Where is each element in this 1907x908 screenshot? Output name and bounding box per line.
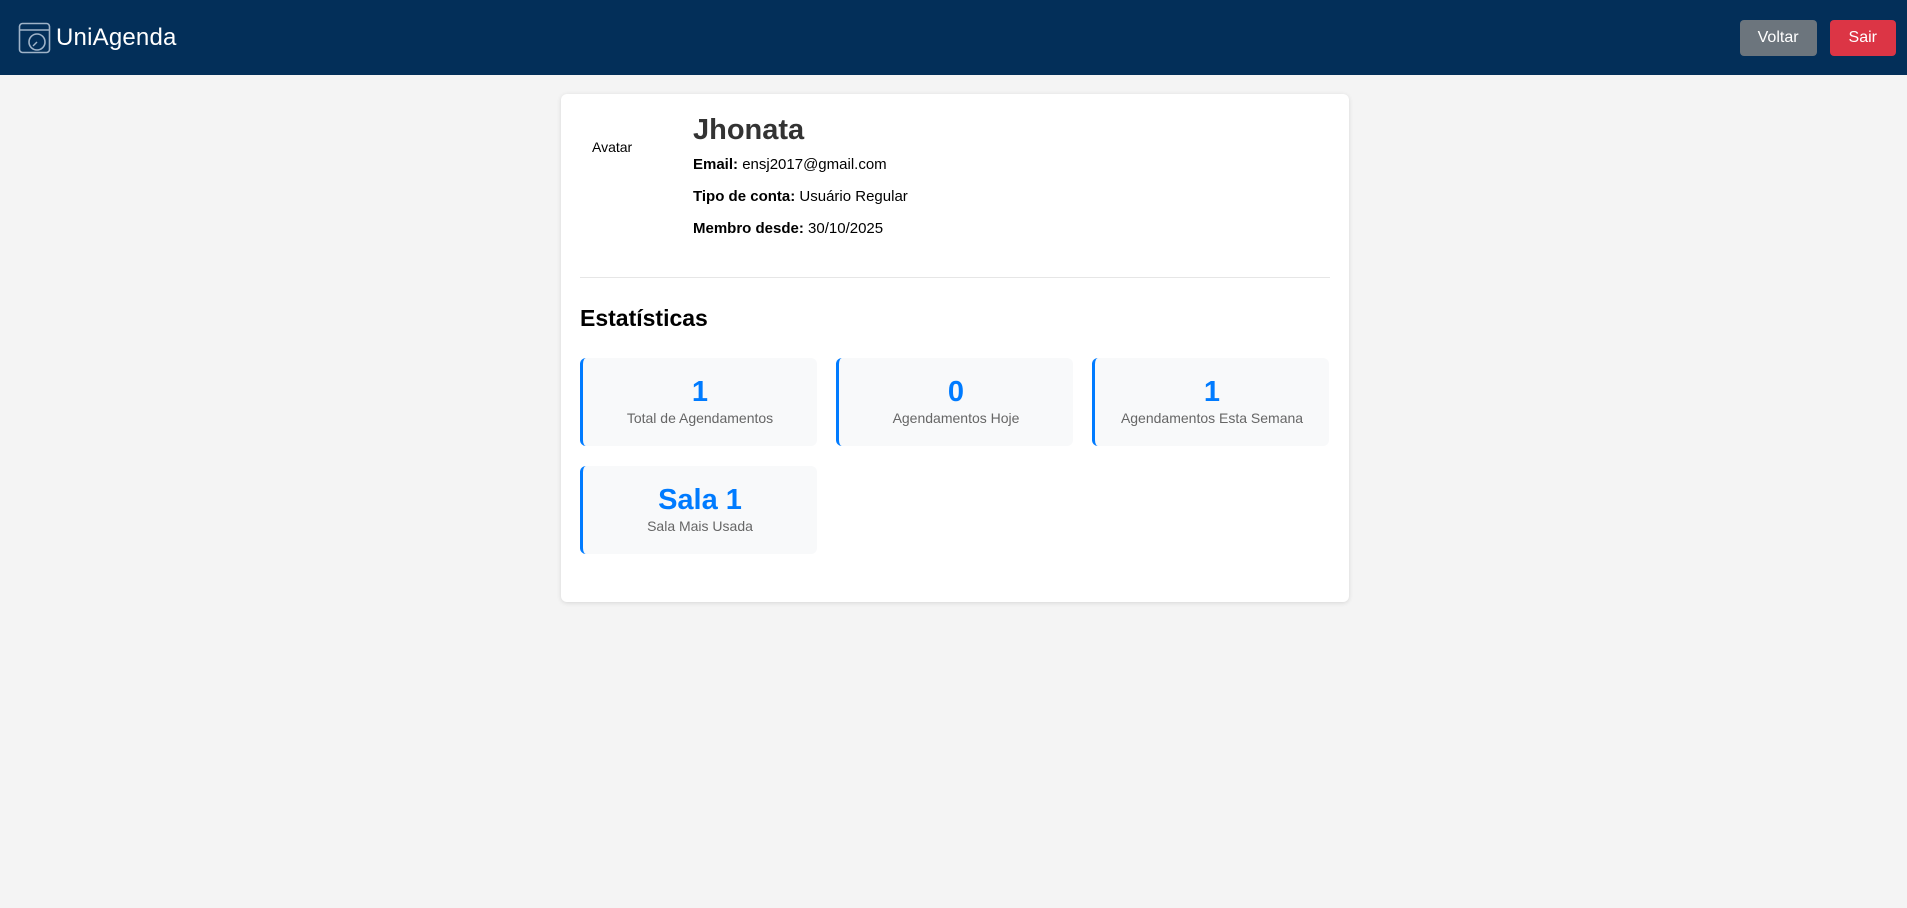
email-row: Email: ensj2017@gmail.com — [693, 155, 908, 175]
stat-card-bookings-this-week: 1 Agendamentos Esta Semana — [1092, 358, 1329, 446]
stat-card-total-bookings: 1 Total de Agendamentos — [580, 358, 817, 446]
account-type-row: Tipo de conta: Usuário Regular — [693, 187, 908, 207]
member-since-row: Membro desde: 30/10/2025 — [693, 219, 908, 239]
account-type-label: Tipo de conta: — [693, 188, 796, 205]
account-type-value: Usuário Regular — [799, 188, 908, 205]
email-value: ensj2017@gmail.com — [742, 156, 887, 173]
brand[interactable]: UniAgenda — [18, 21, 177, 55]
stat-label: Agendamentos Hoje — [892, 410, 1020, 426]
profile-card: Avatar Jhonata Email: ensj2017@gmail.com… — [561, 94, 1349, 602]
avatar-alt-text: Avatar — [592, 139, 633, 155]
member-since-label: Membro desde: — [693, 220, 804, 237]
email-label: Email: — [693, 156, 739, 173]
nav-actions: Voltar Sair — [1739, 19, 1896, 56]
user-name: Jhonata — [693, 114, 805, 146]
calendar-clock-icon — [18, 22, 51, 53]
profile-info: Jhonata Email: ensj2017@gmail.com Tipo d… — [693, 114, 908, 239]
profile-header: Avatar Jhonata Email: ensj2017@gmail.com… — [580, 114, 1330, 278]
stat-value: 1 — [1203, 376, 1221, 408]
stat-value: 0 — [947, 376, 965, 408]
back-button[interactable]: Voltar — [1739, 19, 1817, 56]
statistics-grid: 1 Total de Agendamentos 0 Agendamentos H… — [580, 358, 1330, 554]
stat-card-bookings-today: 0 Agendamentos Hoje — [836, 358, 1073, 446]
stat-label: Total de Agendamentos — [626, 410, 774, 426]
logout-button[interactable]: Sair — [1829, 19, 1896, 56]
stat-card-most-used-room: Sala 1 Sala Mais Usada — [580, 466, 817, 554]
stat-value: 1 — [691, 376, 709, 408]
statistics-title: Estatísticas — [580, 305, 708, 331]
avatar: Avatar — [580, 114, 693, 194]
member-since-value: 30/10/2025 — [808, 220, 884, 237]
app-title: UniAgenda — [56, 23, 177, 51]
stat-label: Agendamentos Esta Semana — [1120, 410, 1304, 426]
stat-value: Sala 1 — [658, 484, 742, 516]
stat-label: Sala Mais Usada — [647, 518, 753, 534]
top-navbar: UniAgenda Voltar Sair — [0, 0, 1907, 75]
